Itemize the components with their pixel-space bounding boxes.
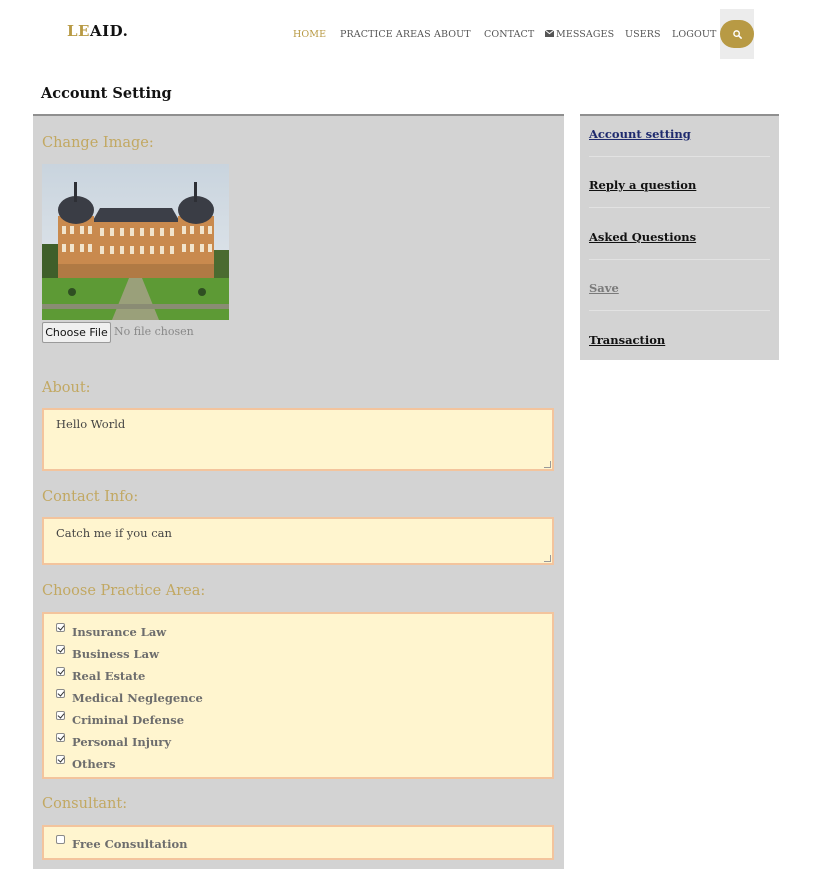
checkbox-others[interactable] (56, 755, 65, 764)
contact-info-label: Contact Info: (42, 489, 139, 505)
practice-area-option[interactable]: Criminal Defense (56, 711, 185, 727)
sidebar-item-asked-questions[interactable]: Asked Questions (589, 230, 696, 244)
option-label: Others (72, 757, 116, 771)
divider (589, 207, 770, 208)
consultant-label: Consultant: (42, 796, 128, 812)
option-label: Free Consultation (72, 837, 188, 851)
checkbox-medical-neglegence[interactable] (56, 689, 65, 698)
practice-area-option[interactable]: Personal Injury (56, 733, 172, 749)
nav-logout[interactable]: LOGOUT (672, 29, 716, 40)
consultation-option[interactable]: Free Consultation (56, 835, 188, 851)
site-logo[interactable]: LEAID. (67, 22, 128, 40)
checkbox-insurance-law[interactable] (56, 623, 65, 632)
divider (589, 156, 770, 157)
practice-area-option[interactable]: Medical Neglegence (56, 689, 203, 705)
checkbox-criminal-defense[interactable] (56, 711, 65, 720)
practice-area-option[interactable]: Real Estate (56, 667, 146, 683)
profile-image (42, 164, 229, 320)
contact-info-field[interactable]: Catch me if you can (42, 517, 554, 565)
change-image-label: Change Image: (42, 135, 154, 151)
checkbox-personal-injury[interactable] (56, 733, 65, 742)
page-title: Account Setting (41, 85, 172, 102)
resize-handle[interactable] (544, 461, 551, 468)
settings-sidebar: Account setting Reply a question Asked Q… (580, 114, 779, 360)
account-settings-form: Change Image: Choose File No file chosen… (33, 114, 564, 869)
sidebar-item-save[interactable]: Save (589, 281, 619, 295)
checkbox-real-estate[interactable] (56, 667, 65, 676)
sidebar-item-transaction[interactable]: Transaction (589, 333, 665, 347)
divider (589, 310, 770, 311)
nav-contact[interactable]: CONTACT (484, 29, 534, 40)
option-label: Criminal Defense (72, 713, 185, 727)
option-label: Personal Injury (72, 735, 172, 749)
checkbox-free-consultation[interactable] (56, 835, 65, 844)
nav-users[interactable]: USERS (625, 29, 661, 40)
nav-about[interactable]: ABOUT (434, 29, 471, 40)
contact-info-textarea[interactable]: Catch me if you can (44, 519, 552, 563)
practice-area-option[interactable]: Others (56, 755, 116, 771)
option-label: Insurance Law (72, 625, 167, 639)
choose-file-button[interactable]: Choose File (42, 322, 111, 343)
consultant-box: Free Consultation (42, 825, 554, 860)
sidebar-item-account-setting[interactable]: Account setting (589, 127, 691, 141)
practice-area-box: Insurance Law Business Law Real Estate M… (42, 612, 554, 779)
envelope-icon (544, 29, 555, 37)
option-label: Medical Neglegence (72, 691, 203, 705)
nav-practice-areas[interactable]: PRACTICE AREAS (340, 29, 431, 40)
option-label: Business Law (72, 647, 159, 661)
no-file-chosen-text: No file chosen (114, 325, 194, 338)
sidebar-item-reply-question[interactable]: Reply a question (589, 178, 696, 192)
logo-part-aid: AID. (89, 22, 129, 40)
practice-area-label: Choose Practice Area: (42, 583, 206, 599)
about-field[interactable]: Hello World (42, 408, 554, 471)
practice-area-option[interactable]: Insurance Law (56, 623, 167, 639)
search-button[interactable] (720, 20, 754, 48)
nav-home[interactable]: HOME (293, 29, 326, 40)
divider (589, 259, 770, 260)
nav-messages-label: MESSAGES (556, 29, 615, 40)
logo-part-le: LE (67, 22, 90, 40)
search-icon (732, 29, 742, 39)
checkbox-business-law[interactable] (56, 645, 65, 654)
about-textarea[interactable]: Hello World (44, 410, 552, 469)
option-label: Real Estate (72, 669, 146, 683)
nav-messages[interactable]: MESSAGES (544, 29, 615, 40)
practice-area-option[interactable]: Business Law (56, 645, 159, 661)
resize-handle[interactable] (544, 555, 551, 562)
about-label: About: (42, 380, 91, 396)
